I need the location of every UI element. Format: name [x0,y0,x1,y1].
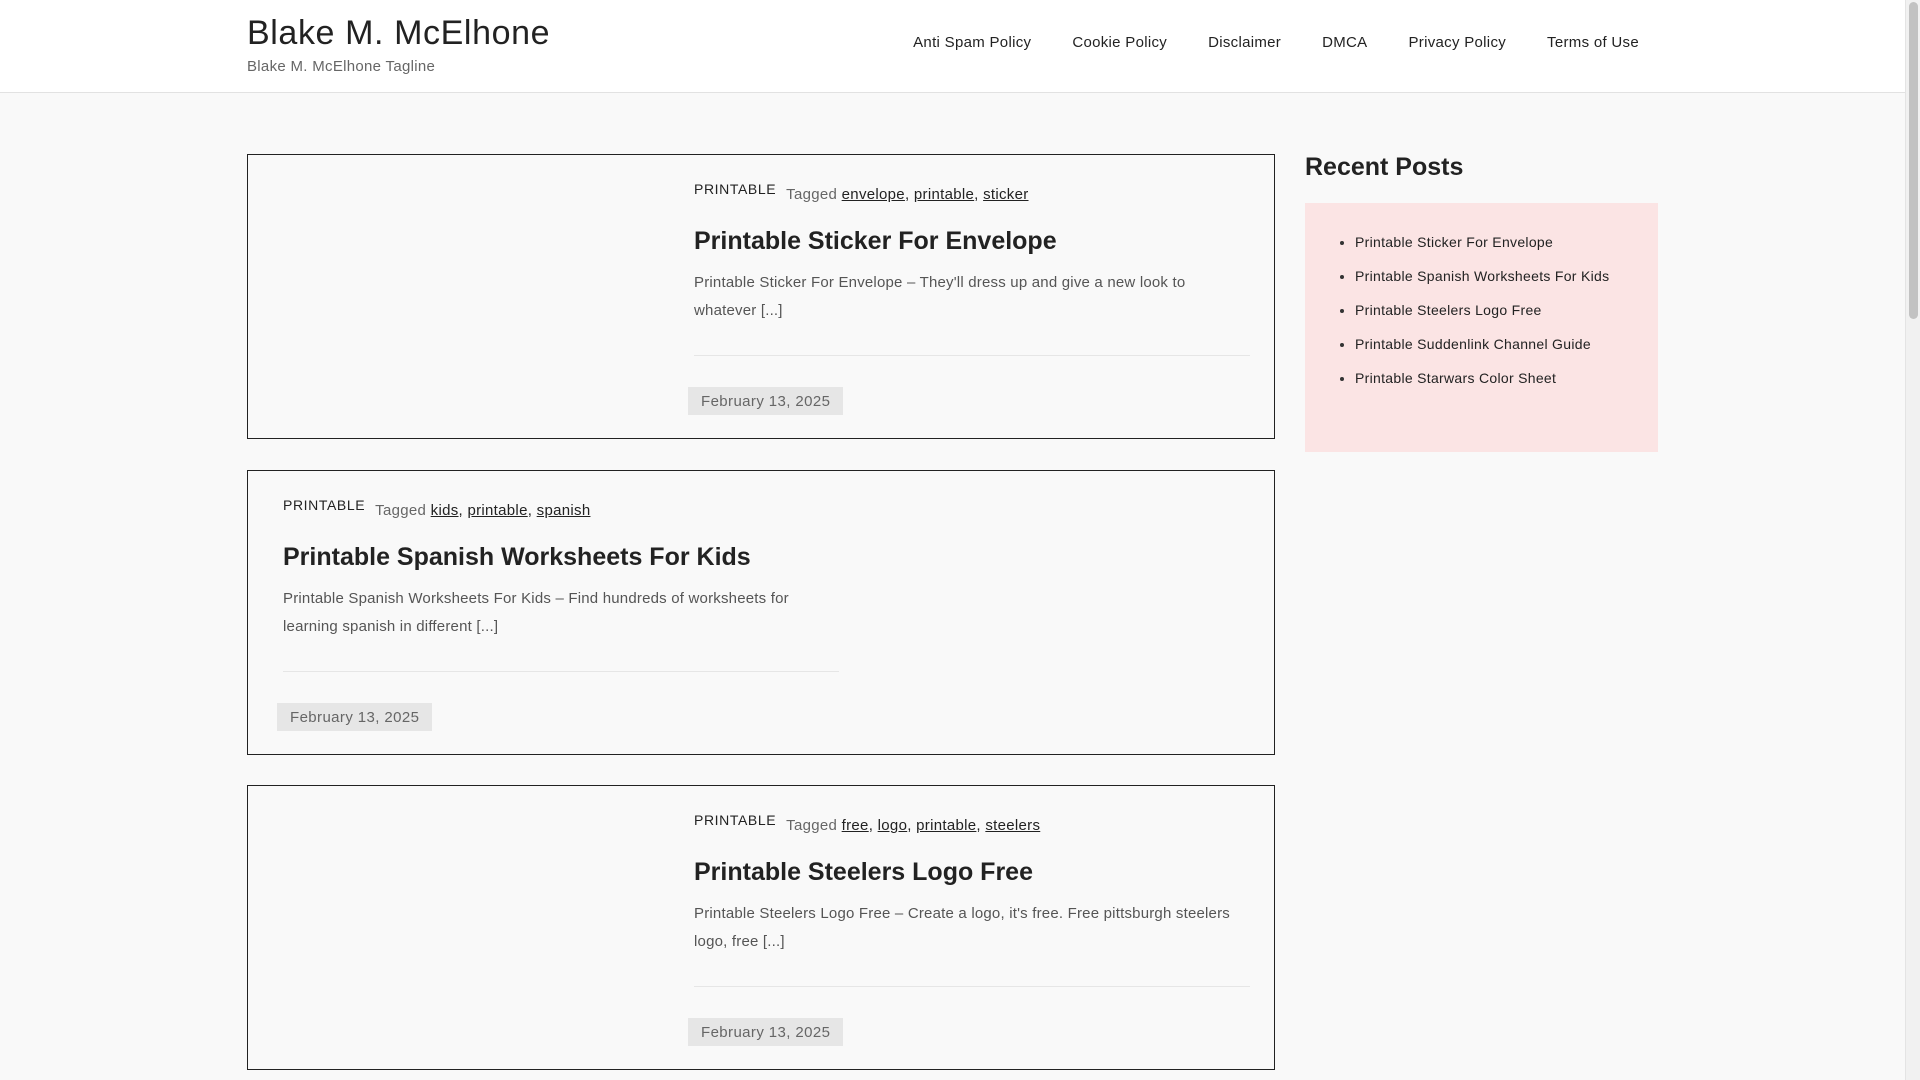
tag-link[interactable]: sticker [983,186,1028,203]
recent-post-link[interactable]: Printable Sticker For Envelope [1340,233,1625,252]
post-divider [694,355,1250,356]
nav-terms-of-use[interactable]: Terms of Use [1547,34,1639,51]
tag-link[interactable]: steelers [985,817,1040,834]
post-meta: PRINTABLE Tagged kids, printable, spanis… [283,496,590,519]
nav-disclaimer[interactable]: Disclaimer [1208,34,1281,51]
nav-privacy-policy[interactable]: Privacy Policy [1408,34,1506,51]
post-title[interactable]: Printable Steelers Logo Free [694,858,1033,887]
post-category[interactable]: PRINTABLE [694,181,776,197]
recent-post-link[interactable]: Printable Spanish Worksheets For Kids [1340,267,1625,286]
tag-link[interactable]: free [842,817,869,834]
scrollbar-thumb[interactable] [1909,2,1918,319]
post-category[interactable]: PRINTABLE [694,812,776,828]
tag-link[interactable]: printable [467,502,527,519]
tag-link[interactable]: envelope [842,186,905,203]
site-tagline: Blake M. McElhone Tagline [247,58,436,75]
tag-link[interactable]: printable [916,817,976,834]
recent-posts-list: Printable Sticker For Envelope Printable… [1340,233,1625,403]
post-category[interactable]: PRINTABLE [283,497,365,513]
tagged-label: Tagged [786,817,838,834]
post-date[interactable]: February 13, 2025 [688,387,844,415]
nav-dmca[interactable]: DMCA [1322,34,1367,51]
post-card: PRINTABLE Tagged free, logo, printable, … [247,785,1275,1070]
post-date[interactable]: February 13, 2025 [277,703,433,731]
post-excerpt: Printable Sticker For Envelope – They'll… [694,274,1186,319]
post-card: PRINTABLE Tagged envelope, printable, st… [247,154,1275,439]
tag-link[interactable]: printable [914,186,974,203]
nav-cookie-policy[interactable]: Cookie Policy [1072,34,1167,51]
post-date[interactable]: February 13, 2025 [688,1018,844,1046]
post-title[interactable]: Printable Spanish Worksheets For Kids [283,543,751,572]
tag-link[interactable]: kids [431,502,459,519]
main-nav: Anti Spam Policy Cookie Policy Disclaime… [872,34,1639,51]
scrollbar[interactable] [1905,0,1920,1080]
tagged-label: Tagged [786,186,838,203]
post-excerpt: Printable Spanish Worksheets For Kids – … [283,590,789,635]
recent-posts-title: Recent Posts [1305,153,1464,181]
site-title[interactable]: Blake M. McElhone [247,14,550,53]
recent-post-link[interactable]: Printable Steelers Logo Free [1340,301,1625,320]
nav-anti-spam-policy[interactable]: Anti Spam Policy [913,34,1031,51]
tag-link[interactable]: spanish [537,502,591,519]
post-card: PRINTABLE Tagged kids, printable, spanis… [247,470,1275,755]
post-tags: Tagged kids, printable, spanish [375,502,591,519]
post-excerpt: Printable Steelers Logo Free – Create a … [694,905,1230,950]
post-title[interactable]: Printable Sticker For Envelope [694,227,1057,256]
recent-post-link[interactable]: Printable Suddenlink Channel Guide [1340,335,1625,354]
tag-link[interactable]: logo [878,817,908,834]
post-meta: PRINTABLE Tagged envelope, printable, st… [694,180,1029,203]
post-divider [283,671,839,672]
post-divider [694,986,1250,987]
site-header: Blake M. McElhone Blake M. McElhone Tagl… [0,0,1905,93]
post-tags: Tagged envelope, printable, sticker [786,186,1029,203]
tagged-label: Tagged [375,502,427,519]
post-tags: Tagged free, logo, printable, steelers [786,817,1041,834]
recent-posts-widget: Printable Sticker For Envelope Printable… [1305,203,1658,452]
post-meta: PRINTABLE Tagged free, logo, printable, … [694,811,1040,834]
recent-post-link[interactable]: Printable Starwars Color Sheet [1340,369,1625,388]
page: Blake M. McElhone Blake M. McElhone Tagl… [0,0,1920,1080]
